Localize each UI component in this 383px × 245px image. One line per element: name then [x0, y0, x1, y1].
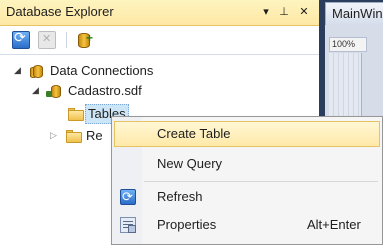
close-icon[interactable]: ✕ [296, 3, 312, 21]
menu-item-label: New Query [157, 156, 223, 171]
menu-item-refresh[interactable]: Refresh [114, 184, 380, 211]
pin-icon[interactable]: ⊥ [276, 3, 292, 21]
menu-item-new-query[interactable]: New Query [114, 151, 380, 177]
collapse-arrow-icon[interactable]: ◢ [14, 61, 24, 81]
explorer-toolbar: + [0, 26, 319, 55]
data-connections-icon [30, 64, 46, 79]
panel-title-bar: Database Explorer ▾ ⊥ ✕ [0, 0, 319, 26]
tree-node-label: Re [86, 128, 103, 143]
tree-node-views[interactable]: ▷ Re [50, 126, 103, 146]
context-menu: Create Table New Query Refresh Propertie… [111, 116, 383, 245]
tree-node-data-connections[interactable]: ◢ Data Connections [14, 61, 153, 81]
collapse-arrow-icon[interactable]: ◢ [32, 81, 42, 101]
stop-icon [38, 31, 56, 49]
menu-item-create-table[interactable]: Create Table [114, 121, 380, 147]
tree-node-cadastro-sdf[interactable]: ◢ Cadastro.sdf [32, 81, 142, 101]
menu-item-shortcut: Alt+Enter [307, 217, 361, 232]
tree-node-label: Cadastro.sdf [68, 83, 142, 98]
folder-icon [68, 107, 84, 122]
panel-title: Database Explorer [6, 4, 114, 19]
menu-item-label: Refresh [157, 189, 203, 204]
menu-item-label: Properties [157, 217, 217, 232]
database-connection-icon [46, 84, 64, 99]
refresh-icon[interactable] [12, 30, 30, 49]
refresh-icon [120, 185, 136, 211]
zoom-level[interactable]: 100% [329, 37, 367, 52]
menu-separator [144, 181, 378, 182]
connect-to-database-icon[interactable]: + [76, 31, 94, 49]
menu-item-properties[interactable]: Properties Alt+Enter [114, 212, 380, 238]
window-position-dropdown-icon[interactable]: ▾ [258, 3, 274, 21]
tree-node-label: Data Connections [50, 63, 154, 78]
properties-icon [120, 217, 136, 233]
folder-icon [66, 129, 82, 144]
toolbar-separator [66, 32, 67, 48]
menu-item-label: Create Table [157, 126, 231, 141]
tab-mainwindow[interactable]: MainWin [325, 2, 383, 25]
expand-arrow-icon[interactable]: ▷ [50, 126, 60, 146]
